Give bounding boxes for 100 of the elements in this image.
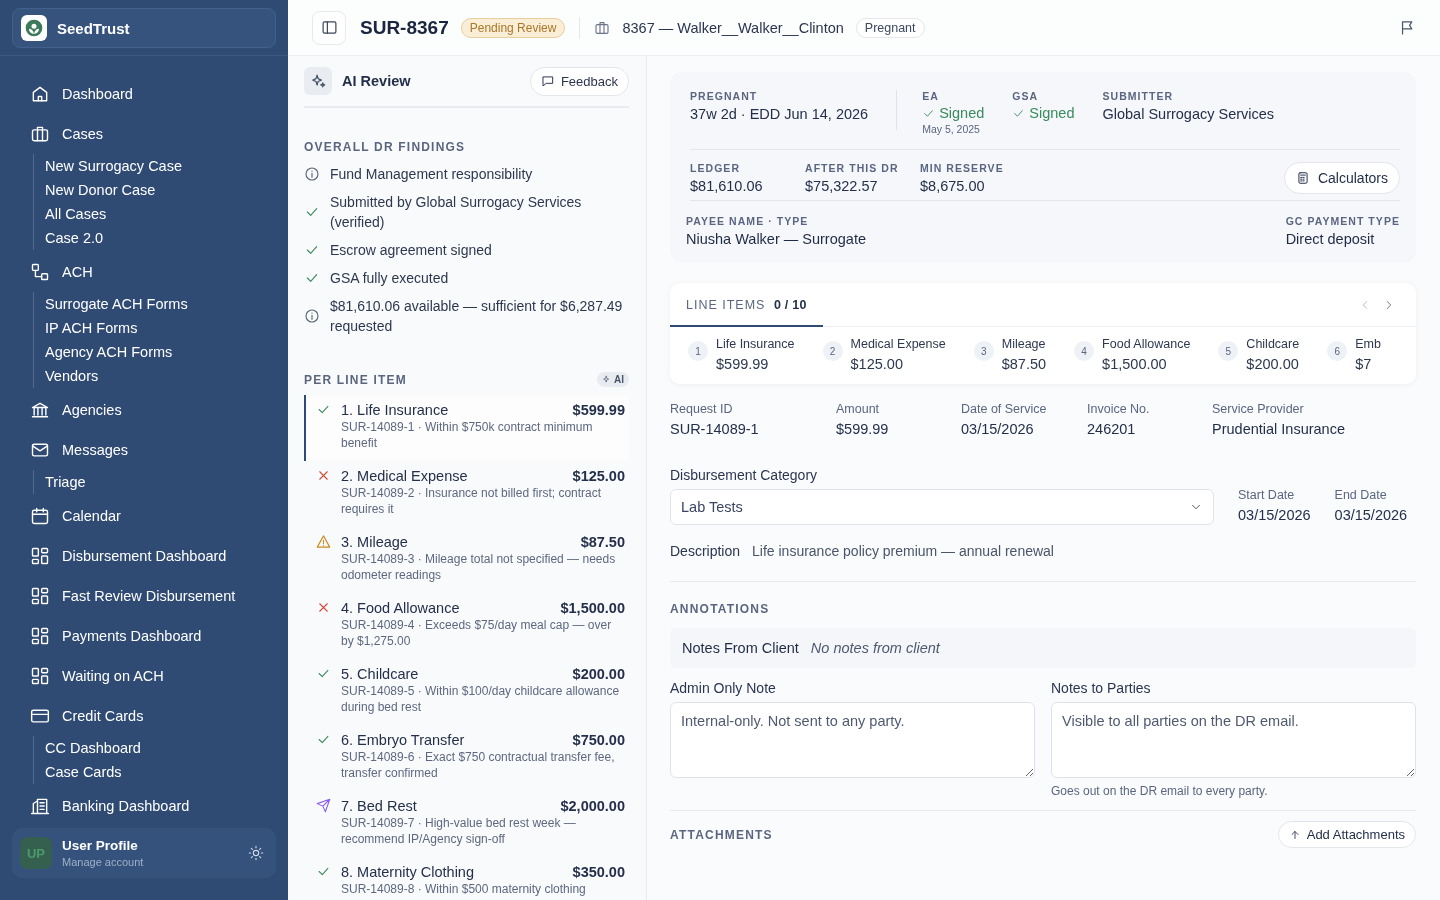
- sun-icon: [248, 845, 264, 861]
- nav-item[interactable]: Cases: [30, 114, 288, 154]
- nav-item[interactable]: Waiting on ACH: [30, 656, 288, 696]
- nav-subitem[interactable]: Case Cards: [45, 760, 122, 784]
- sparkle-icon: [309, 72, 327, 90]
- field-value: 37w 2d · EDD Jun 14, 2026: [690, 106, 869, 122]
- item-note: SUR-14089-1 · Within $750k contract minimum benefit: [341, 419, 594, 451]
- item-title: 2. Medical Expense: [341, 467, 468, 485]
- review-item[interactable]: 1. Life Insurance $599.99 SUR-14089-1 · Within $750k contract minimum benefit: [304, 395, 629, 461]
- line-item-tab[interactable]: 2 Medical Expense $125.00: [818, 333, 970, 376]
- nav-subitem[interactable]: All Cases: [45, 202, 107, 226]
- section-heading: PER LINE ITEM: [304, 372, 407, 387]
- review-item[interactable]: 5. Childcare $200.00 SUR-14089-5 · Within $100/day childcare allowance during bed rest: [304, 659, 629, 725]
- nav-subitem[interactable]: Case 2.0: [45, 226, 104, 250]
- item-note: SUR-14089-8 · Within $500 maternity clothing: [341, 881, 587, 897]
- review-item[interactable]: 8. Maternity Clothing $350.00 SUR-14089-8 · Within $500 maternity clothing: [304, 857, 629, 900]
- signature-status: Signed: [1029, 105, 1075, 121]
- field-value: 03/15/2026: [961, 421, 1035, 437]
- review-item[interactable]: 6. Embryo Transfer $750.00 SUR-14089-6 · Exact $750 contractual transfer fee, transfer confirmed: [304, 725, 629, 791]
- nav-item[interactable]: Banking Dashboard: [30, 786, 288, 816]
- tab-amount: $125.00: [850, 356, 904, 372]
- field-label: Admin Only Note: [670, 680, 777, 696]
- finding-text: $81,610.06 available — sufficient for $6,287.49 requested: [330, 297, 624, 336]
- item-title: 6. Embryo Transfer: [341, 731, 465, 749]
- nav-item[interactable]: Payments Dashboard: [30, 616, 288, 656]
- review-item[interactable]: 7. Bed Rest $2,000.00 SUR-14089-7 · High-value bed rest week — recommend IP/Agency sign-off: [304, 791, 629, 857]
- field-label: Disbursement Category: [670, 467, 819, 483]
- line-item-tab[interactable]: 5 Childcare $200.00: [1214, 333, 1324, 376]
- nav-subitem[interactable]: New Donor Case: [45, 178, 156, 202]
- feedback-button[interactable]: Feedback: [529, 66, 629, 96]
- cross-icon: [316, 600, 331, 615]
- item-number: 4: [1074, 341, 1095, 361]
- info-icon: [304, 166, 320, 182]
- field-label: PREGNANT: [690, 90, 758, 102]
- review-item[interactable]: 2. Medical Expense $125.00 SUR-14089-2 · Insurance not billed first; contract requires it: [304, 461, 629, 527]
- case-name: 8367 — Walker__Walker__Clinton: [622, 19, 844, 36]
- field-label: EA: [922, 90, 939, 102]
- item-title: 4. Food Allowance: [341, 599, 460, 617]
- nav-subitem[interactable]: CC Dashboard: [45, 736, 141, 760]
- status-badge: Pending Review: [460, 17, 566, 38]
- item-title: 1. Life Insurance: [341, 401, 449, 419]
- cross-icon: [316, 468, 331, 483]
- review-item[interactable]: 3. Mileage $87.50 SUR-14089-3 · Mileage total not specified — needs odometer readings: [304, 527, 629, 593]
- tab-amount: $1,500.00: [1102, 356, 1168, 372]
- stage-badge: Pregnant: [855, 17, 925, 38]
- field-label: Start Date: [1238, 488, 1296, 502]
- building-icon: [30, 796, 50, 816]
- line-item-tab[interactable]: 3 Mileage $87.50: [969, 333, 1071, 376]
- field-value: 03/15/2026: [1238, 507, 1311, 523]
- panel-title: AI Review: [342, 73, 412, 89]
- line-item-tab[interactable]: 4 Food Allowance $1,500.00: [1070, 333, 1215, 376]
- calculators-button[interactable]: Calculators: [1283, 162, 1400, 194]
- nav-subitem[interactable]: IP ACH Forms: [45, 316, 138, 340]
- case-id: SUR-8367: [360, 16, 449, 39]
- sidebar-toggle-button[interactable]: [312, 10, 346, 45]
- category-select[interactable]: Lab Tests: [670, 489, 1214, 525]
- field-label: Notes to Parties: [1051, 680, 1152, 696]
- nav-item[interactable]: Agencies: [30, 390, 288, 430]
- nav-item[interactable]: Disbursement Dashboard: [30, 536, 288, 576]
- item-note: SUR-14089-4 · Exceeds $75/day meal cap — over by $1,275.00: [341, 617, 613, 649]
- line-item-tab[interactable]: 6 Emb $7: [1323, 333, 1405, 376]
- nav-item[interactable]: Calendar: [30, 496, 288, 536]
- section-tab[interactable]: LINE ITEMS 0 / 10: [670, 282, 823, 327]
- line-item-tab[interactable]: 1 Life Insurance $599.99: [684, 333, 819, 376]
- nav-item[interactable]: ACH: [30, 252, 288, 292]
- field-value: Niusha Walker — Surrogate: [686, 231, 866, 247]
- nav-item[interactable]: Fast Review Disbursement: [30, 576, 288, 616]
- field-label: GSA: [1012, 90, 1039, 102]
- bank-icon: [30, 400, 50, 420]
- add-attachments-button[interactable]: Add Attachments: [1277, 821, 1416, 848]
- field-label: LEDGER: [690, 162, 741, 174]
- item-title: 7. Bed Rest: [341, 797, 417, 815]
- item-note: SUR-14089-7 · High-value bed rest week — recommend IP/Agency sign-off: [341, 815, 577, 847]
- message-icon: [540, 74, 555, 88]
- mail-icon: [30, 440, 50, 460]
- parties-note-field[interactable]: Visible to all parties on the DR email.: [1051, 702, 1416, 778]
- nav-subitem[interactable]: New Surrogacy Case: [45, 154, 182, 178]
- nav-item[interactable]: Messages: [30, 430, 288, 470]
- tab-name: Medical Expense: [850, 337, 946, 351]
- ai-badge: AI: [597, 372, 629, 387]
- tab-name: Emb: [1355, 337, 1381, 351]
- nav-subitem[interactable]: Vendors: [45, 364, 99, 388]
- nav-item[interactable]: Credit Cards: [30, 696, 288, 736]
- nav-subitem[interactable]: Triage: [45, 470, 86, 494]
- user-profile-card[interactable]: UP User Profile Manage account: [12, 828, 276, 878]
- item-note: SUR-14089-6 · Exact $750 contractual transfer fee, transfer confirmed: [341, 749, 616, 781]
- admin-note-field[interactable]: Internal-only. Not sent to any party.: [670, 702, 1035, 778]
- tab-amount: $7: [1355, 356, 1373, 372]
- warning-icon: [316, 534, 331, 549]
- nav-subitem[interactable]: Agency ACH Forms: [45, 340, 173, 364]
- item-note: SUR-14089-3 · Mileage total not specified — needs odometer readings: [341, 551, 617, 583]
- brand-name: SeedTrust: [57, 19, 130, 37]
- nav-subitem[interactable]: Surrogate ACH Forms: [45, 292, 188, 316]
- field-label: Date of Service: [961, 402, 1048, 416]
- finding-text: Escrow agreement signed: [330, 241, 492, 260]
- nav-item[interactable]: Dashboard: [30, 74, 288, 114]
- calendar-icon: [30, 506, 50, 526]
- review-item[interactable]: 4. Food Allowance $1,500.00 SUR-14089-4 · Exceeds $75/day meal cap — over by $1,275.00: [304, 593, 629, 659]
- upload-icon: [1288, 828, 1301, 841]
- item-amount: $200.00: [572, 665, 625, 683]
